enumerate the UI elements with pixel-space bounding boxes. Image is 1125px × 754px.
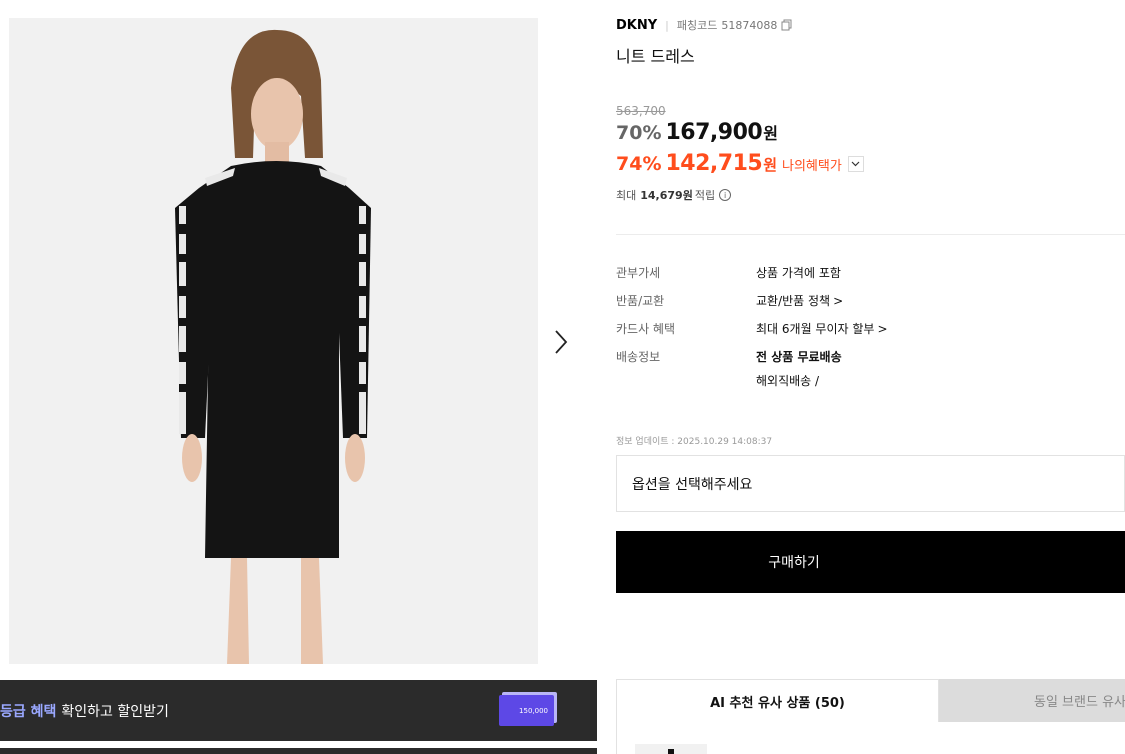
option-select[interactable]: 옵션을 선택해주세요: [616, 455, 1125, 512]
member-price-row: 74% 142,715 원 나의혜택가: [616, 151, 864, 176]
brand-name[interactable]: DKNY: [616, 18, 657, 33]
buy-button[interactable]: 구매하기: [616, 531, 1125, 593]
sale-price: 167,900: [665, 120, 763, 145]
detail-value: 최대 6개월 무이자 할부: [756, 322, 875, 336]
chevron-down-icon[interactable]: [847, 155, 864, 172]
tab-panel-border: [616, 722, 617, 754]
detail-value: 상품 가격에 포함: [756, 266, 841, 280]
product-image[interactable]: [9, 18, 538, 664]
product-code: 51874088: [721, 18, 778, 32]
points-suffix: 적립: [694, 189, 716, 202]
shipping-value: 전 상품 무료배송 해외직배송 /: [756, 348, 842, 389]
currency: 원: [763, 124, 778, 143]
separator: |: [665, 18, 669, 32]
recommend-tabs: AI 추천 유사 상품 (50) 동일 브랜드 유사 상: [616, 679, 1125, 722]
product-name: 니트 드레스: [616, 47, 695, 66]
sale-price-row: 70% 167,900 원: [616, 120, 778, 145]
banner-highlight: 등급 혜택: [0, 703, 57, 720]
discount-rate: 70%: [616, 122, 662, 144]
shipping-free: 전 상품 무료배송: [756, 350, 842, 364]
card-amount: 150,000: [519, 706, 548, 715]
card-front: 150,000: [499, 695, 554, 726]
code-label: 패칭코드: [676, 19, 718, 32]
shipping-type: 해외직배송 /: [756, 374, 820, 388]
chevron-right-icon: >: [877, 322, 888, 336]
detail-row-card[interactable]: 카드사 혜택 최대 6개월 무이자 할부 >: [616, 320, 1125, 348]
secondary-banner[interactable]: [0, 748, 597, 754]
detail-label: 배송정보: [616, 350, 661, 364]
banner-text: 확인하고 할인받기: [61, 703, 169, 720]
detail-label: 카드사 혜택: [616, 322, 676, 336]
tab-same-brand[interactable]: 동일 브랜드 유사 상: [939, 679, 1125, 722]
detail-row-customs: 관부가세 상품 가격에 포함: [616, 264, 1125, 292]
detail-row-return[interactable]: 반품/교환 교환/반품 정책 >: [616, 292, 1125, 320]
coupon-card-icon: 150,000: [499, 692, 557, 728]
original-price: 563,700: [616, 104, 666, 118]
member-discount-rate: 74%: [616, 153, 662, 175]
next-image-arrow-icon[interactable]: [548, 324, 574, 360]
details-list: 관부가세 상품 가격에 포함 반품/교환 교환/반품 정책 > 카드사 혜택 최대…: [616, 264, 1125, 392]
points-amount: 14,679원: [640, 189, 693, 202]
benefit-label: 나의혜택가: [782, 159, 842, 174]
divider: [616, 234, 1125, 235]
info-icon[interactable]: i: [719, 189, 732, 201]
detail-value: 교환/반품 정책: [756, 294, 831, 308]
points-prefix: 최대: [616, 189, 637, 202]
return-policy-link[interactable]: 교환/반품 정책 >: [756, 292, 843, 309]
member-currency: 원: [763, 156, 777, 174]
product-thumbnail[interactable]: [635, 744, 707, 754]
member-price: 142,715: [665, 151, 763, 176]
chevron-right-icon: >: [833, 294, 844, 308]
detail-row-shipping: 배송정보 전 상품 무료배송 해외직배송 /: [616, 348, 1125, 392]
brand-row: DKNY | 패칭코드 51874088: [616, 17, 792, 33]
copy-icon[interactable]: [781, 19, 792, 31]
detail-label: 반품/교환: [616, 294, 665, 308]
grade-benefit-banner[interactable]: 등급 혜택 확인하고 할인받기 150,000: [0, 680, 597, 741]
update-timestamp: 정보 업데이트 : 2025.10.29 14:08:37: [616, 437, 773, 447]
tab-ai-recommend[interactable]: AI 추천 유사 상품 (50): [616, 679, 939, 722]
points-info: 최대 14,679원 적립 i: [616, 187, 732, 203]
card-benefit-link[interactable]: 최대 6개월 무이자 할부 >: [756, 320, 888, 337]
detail-label: 관부가세: [616, 266, 661, 280]
